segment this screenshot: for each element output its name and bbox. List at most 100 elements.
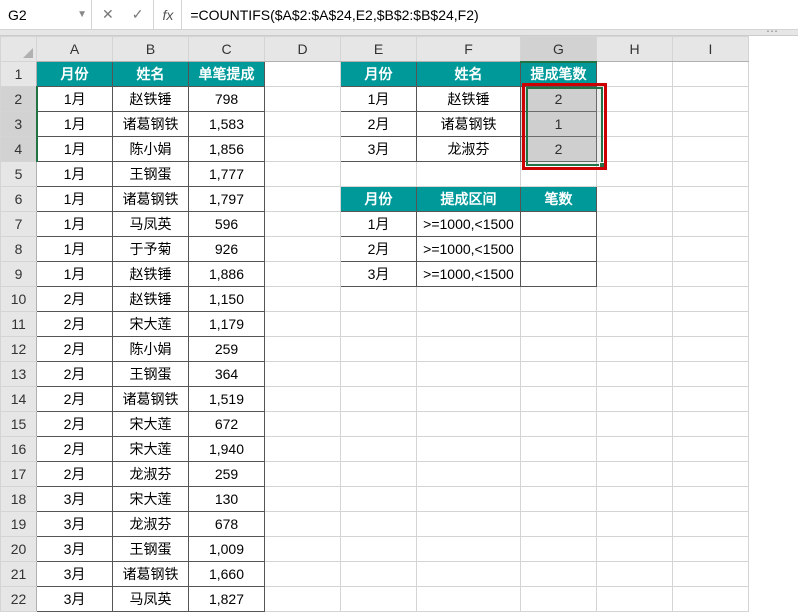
cell-D18[interactable] [265, 487, 341, 512]
cell-E8[interactable]: 2月 [341, 237, 417, 262]
cell-A13[interactable]: 2月 [37, 362, 113, 387]
row-header-22[interactable]: 22 [1, 587, 37, 612]
cell-D15[interactable] [265, 412, 341, 437]
grid-container[interactable]: ABCDEFGHI1月份姓名单笔提成月份姓名提成笔数21月赵铁锤7981月赵铁锤… [0, 36, 798, 612]
cell-C2[interactable]: 798 [189, 87, 265, 112]
row-header-12[interactable]: 12 [1, 337, 37, 362]
cell-B3[interactable]: 诸葛钢铁 [113, 112, 189, 137]
cell-C14[interactable]: 1,519 [189, 387, 265, 412]
cell-A21[interactable]: 3月 [37, 562, 113, 587]
cell-E16[interactable] [341, 437, 417, 462]
cell-I2[interactable] [673, 87, 749, 112]
cell-A12[interactable]: 2月 [37, 337, 113, 362]
fx-label[interactable]: fx [154, 0, 182, 29]
cell-I14[interactable] [673, 387, 749, 412]
row-header-13[interactable]: 13 [1, 362, 37, 387]
cell-A10[interactable]: 2月 [37, 287, 113, 312]
cell-H7[interactable] [597, 212, 673, 237]
cell-H16[interactable] [597, 437, 673, 462]
col-header-G[interactable]: G [521, 37, 597, 62]
cell-C11[interactable]: 1,179 [189, 312, 265, 337]
row-header-14[interactable]: 14 [1, 387, 37, 412]
row-header-8[interactable]: 8 [1, 237, 37, 262]
cell-G10[interactable] [521, 287, 597, 312]
cell-C10[interactable]: 1,150 [189, 287, 265, 312]
cell-E3[interactable]: 2月 [341, 112, 417, 137]
cell-E11[interactable] [341, 312, 417, 337]
cell-C12[interactable]: 259 [189, 337, 265, 362]
cell-I5[interactable] [673, 162, 749, 187]
cell-F9[interactable]: >=1000,<1500 [417, 262, 521, 287]
cell-I16[interactable] [673, 437, 749, 462]
cell-C18[interactable]: 130 [189, 487, 265, 512]
cell-H8[interactable] [597, 237, 673, 262]
cell-I4[interactable] [673, 137, 749, 162]
cell-C8[interactable]: 926 [189, 237, 265, 262]
cell-F12[interactable] [417, 337, 521, 362]
cell-I11[interactable] [673, 312, 749, 337]
cell-D4[interactable] [265, 137, 341, 162]
cell-A6[interactable]: 1月 [37, 187, 113, 212]
col-header-E[interactable]: E [341, 37, 417, 62]
cell-F7[interactable]: >=1000,<1500 [417, 212, 521, 237]
cell-G9[interactable] [521, 262, 597, 287]
cell-F1[interactable]: 姓名 [417, 62, 521, 87]
cell-F8[interactable]: >=1000,<1500 [417, 237, 521, 262]
row-header-19[interactable]: 19 [1, 512, 37, 537]
cell-F11[interactable] [417, 312, 521, 337]
cell-D10[interactable] [265, 287, 341, 312]
cell-F20[interactable] [417, 537, 521, 562]
cell-I12[interactable] [673, 337, 749, 362]
cell-H6[interactable] [597, 187, 673, 212]
cell-A5[interactable]: 1月 [37, 162, 113, 187]
name-box-dropdown-icon[interactable]: ▼ [77, 9, 87, 20]
cell-D16[interactable] [265, 437, 341, 462]
cell-E15[interactable] [341, 412, 417, 437]
cell-B22[interactable]: 马凤英 [113, 587, 189, 612]
cell-H13[interactable] [597, 362, 673, 387]
cell-B17[interactable]: 龙淑芬 [113, 462, 189, 487]
cell-A4[interactable]: 1月 [37, 137, 113, 162]
row-header-17[interactable]: 17 [1, 462, 37, 487]
cell-I3[interactable] [673, 112, 749, 137]
row-header-21[interactable]: 21 [1, 562, 37, 587]
cell-F16[interactable] [417, 437, 521, 462]
cell-I9[interactable] [673, 262, 749, 287]
cell-A16[interactable]: 2月 [37, 437, 113, 462]
cell-D1[interactable] [265, 62, 341, 87]
cell-H5[interactable] [597, 162, 673, 187]
cell-E2[interactable]: 1月 [341, 87, 417, 112]
cell-E6[interactable]: 月份 [341, 187, 417, 212]
cell-C22[interactable]: 1,827 [189, 587, 265, 612]
cell-E21[interactable] [341, 562, 417, 587]
cell-H11[interactable] [597, 312, 673, 337]
cell-G5[interactable] [521, 162, 597, 187]
cell-G15[interactable] [521, 412, 597, 437]
cell-I20[interactable] [673, 537, 749, 562]
cell-H9[interactable] [597, 262, 673, 287]
cell-I8[interactable] [673, 237, 749, 262]
cell-H20[interactable] [597, 537, 673, 562]
cell-F14[interactable] [417, 387, 521, 412]
cell-E4[interactable]: 3月 [341, 137, 417, 162]
cell-C1[interactable]: 单笔提成 [189, 62, 265, 87]
col-header-I[interactable]: I [673, 37, 749, 62]
cell-H2[interactable] [597, 87, 673, 112]
cell-G12[interactable] [521, 337, 597, 362]
cell-A3[interactable]: 1月 [37, 112, 113, 137]
cell-I1[interactable] [673, 62, 749, 87]
cell-D14[interactable] [265, 387, 341, 412]
cell-A20[interactable]: 3月 [37, 537, 113, 562]
cell-H12[interactable] [597, 337, 673, 362]
cell-I18[interactable] [673, 487, 749, 512]
cell-B11[interactable]: 宋大莲 [113, 312, 189, 337]
cell-B10[interactable]: 赵铁锤 [113, 287, 189, 312]
cell-A19[interactable]: 3月 [37, 512, 113, 537]
cell-G8[interactable] [521, 237, 597, 262]
cell-F10[interactable] [417, 287, 521, 312]
cell-D7[interactable] [265, 212, 341, 237]
formula-input[interactable] [182, 0, 798, 29]
cell-F19[interactable] [417, 512, 521, 537]
cell-D21[interactable] [265, 562, 341, 587]
col-header-A[interactable]: A [37, 37, 113, 62]
